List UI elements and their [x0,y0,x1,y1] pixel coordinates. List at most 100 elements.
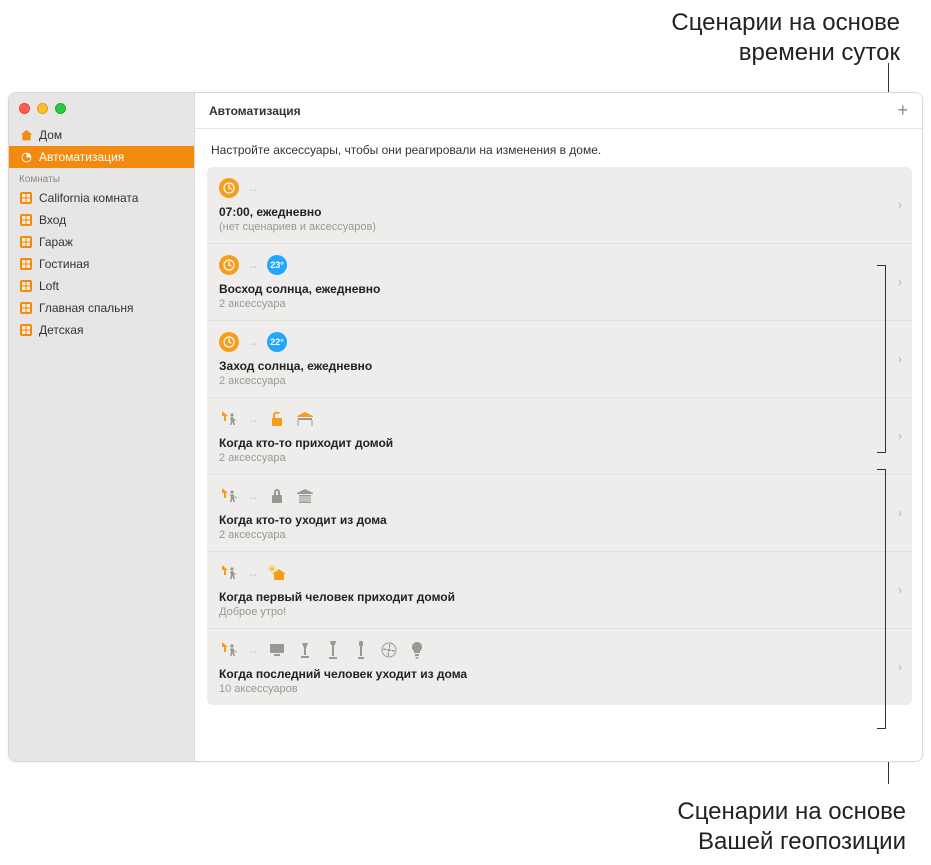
automation-title: Восход солнца, ежедневно [219,282,884,296]
page-title: Автоматизация [209,104,301,118]
floor-lamp-icon [323,640,343,660]
sidebar-room-label: Вход [39,213,66,227]
automation-title: 07:00, ежедневно [219,205,884,219]
chevron-right-icon: › [898,352,902,366]
minimize-button[interactable] [37,103,48,114]
tv-icon [267,640,287,660]
annotation-location-based: Сценарии на основе Вашей геопозиции [677,797,906,857]
automation-subtitle: Доброе утро! [219,606,884,618]
bulb-icon [407,640,427,660]
automation-icons: → [219,177,884,199]
automation-title: Когда кто-то приходит домой [219,436,884,450]
room-tile-icon [19,279,33,293]
automation-row[interactable]: →23° Восход солнца, ежедневно 2 аксессуа… [207,244,912,321]
clock-icon [219,178,239,198]
chevron-right-icon: › [898,583,902,597]
person-leave-icon [219,640,239,660]
room-tile-icon [19,191,33,205]
clock-icon [219,255,239,275]
main-content: Автоматизация + Настройте аксессуары, чт… [195,93,922,761]
garage-open-icon [295,409,315,429]
automation-list: → 07:00, ежедневно (нет сценариев и аксе… [207,167,912,705]
sidebar-room-label: Детская [39,323,83,337]
automation-title: Когда последний человек уходит из дома [219,667,884,681]
automation-subtitle: 10 аксессуаров [219,683,884,695]
arrow-icon: → [247,258,259,272]
automation-icons: → [219,639,884,661]
arrow-icon: → [247,643,259,657]
sidebar: Дом Автоматизация Комнаты California ком… [9,93,195,761]
sun-house-icon [267,563,287,583]
lock-open-icon [267,409,287,429]
garage-closed-icon [295,486,315,506]
automation-row[interactable]: → Когда кто-то приходит домой 2 аксессуа… [207,398,912,475]
desk-lamp-icon [295,640,315,660]
automation-title: Когда первый человек приходит домой [219,590,884,604]
maximize-button[interactable] [55,103,66,114]
close-button[interactable] [19,103,30,114]
room-tile-icon [19,323,33,337]
sidebar-room-item[interactable]: Детская [9,319,194,341]
sidebar-room-item[interactable]: Гараж [9,231,194,253]
automation-icons: → [219,485,884,507]
bracket-time [885,265,886,453]
automation-row[interactable]: → Когда кто-то уходит из дома 2 аксессуа… [207,475,912,552]
fan-icon [379,640,399,660]
person-arrive-icon [219,409,239,429]
add-automation-button[interactable]: + [897,100,908,121]
automation-row[interactable]: → 07:00, ежедневно (нет сценариев и аксе… [207,167,912,244]
main-header: Автоматизация + [195,93,922,129]
arrow-icon: → [247,181,259,195]
arrow-icon: → [247,489,259,503]
room-tile-icon [19,235,33,249]
sidebar-item-label: Дом [39,128,62,142]
thermostat-icon: 22° [267,332,287,352]
person-arrive-icon [219,563,239,583]
annotation-time-based: Сценарии на основе времени суток [671,8,900,68]
app-window: Дом Автоматизация Комнаты California ком… [8,92,923,762]
sidebar-item-home[interactable]: Дом [9,124,194,146]
automation-subtitle: 2 аксессуара [219,375,884,387]
lock-closed-icon [267,486,287,506]
house-icon [19,128,33,142]
automation-subtitle: 2 аксессуара [219,452,884,464]
sidebar-room-item[interactable]: Гостиная [9,253,194,275]
clock-icon [219,332,239,352]
room-tile-icon [19,301,33,315]
chevron-right-icon: › [898,506,902,520]
window-controls [9,99,194,124]
automation-title: Когда кто-то уходит из дома [219,513,884,527]
person-leave-icon [219,486,239,506]
automation-icons: →23° [219,254,884,276]
automation-row[interactable]: → 22° Заход солнца, ежедневно 2 аксессуар… [207,321,912,398]
automation-icons: → [219,408,884,430]
chevron-right-icon: › [898,198,902,212]
page-subtitle: Настройте аксессуары, чтобы они реагиров… [195,129,922,167]
sidebar-item-automation[interactable]: Автоматизация [9,146,194,168]
automation-row[interactable]: → Когда последний человек уходит из дома… [207,629,912,705]
automation-title: Заход солнца, ежедневно [219,359,884,373]
floor-lamp-icon [351,640,371,660]
arrow-icon: → [247,412,259,426]
sidebar-room-item[interactable]: Вход [9,209,194,231]
arrow-icon: → [247,335,259,349]
sidebar-room-item[interactable]: Главная спальня [9,297,194,319]
automation-icon [19,150,33,164]
sidebar-item-label: Автоматизация [39,150,124,164]
automation-subtitle: 2 аксессуара [219,298,884,310]
sidebar-room-label: Гостиная [39,257,89,271]
automation-icons: → 22° [219,331,884,353]
sidebar-room-item[interactable]: Loft [9,275,194,297]
chevron-right-icon: › [898,660,902,674]
sidebar-section-rooms: Комнаты [9,168,194,187]
arrow-icon: → [247,566,259,580]
sidebar-room-label: California комната [39,191,138,205]
sidebar-room-item[interactable]: California комната [9,187,194,209]
sidebar-room-label: Главная спальня [39,301,134,315]
room-tile-icon [19,257,33,271]
chevron-right-icon: › [898,429,902,443]
room-tile-icon [19,213,33,227]
chevron-right-icon: › [898,275,902,289]
automation-row[interactable]: → Когда первый человек приходит домой До… [207,552,912,629]
sidebar-room-label: Гараж [39,235,73,249]
